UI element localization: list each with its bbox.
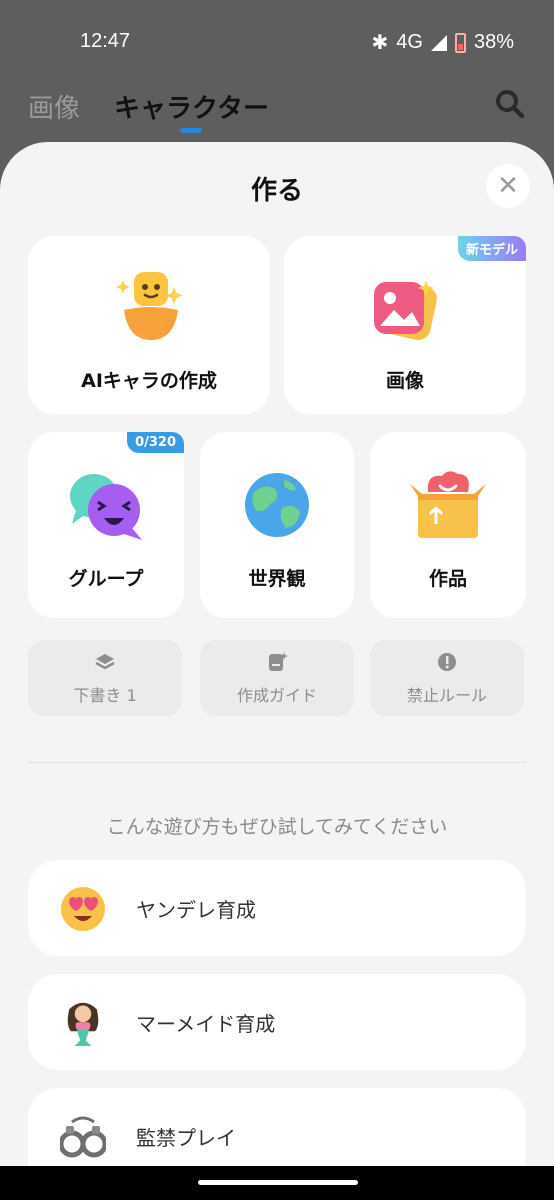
new-model-badge: 新モデル [457,236,526,261]
prohibited-rules-label: 禁止ルール [406,686,487,705]
group-chat-icon [70,474,142,540]
smiley-sparkle-icon [115,272,183,340]
create-sheet: 作る ✕ AIキャラの作成 新モデル 画像 0/320 グループ 世界観 作品 … [0,142,554,1200]
create-world-card[interactable]: 世界観 [200,432,354,618]
create-ai-character-card[interactable]: AIキャラの作成 [28,236,270,414]
layers-icon [28,652,182,676]
tab-indicator [180,128,202,133]
suggestion-mermaid[interactable]: マーメイド育成 [28,974,526,1070]
create-works-card[interactable]: 作品 [370,432,526,618]
prohibited-rules-button[interactable]: 禁止ルール [370,640,524,716]
create-ai-character-label: AIキャラの作成 [81,370,217,392]
mermaid-icon [67,1002,99,1046]
system-nav-bar [0,1166,554,1200]
create-image-label: 画像 [385,370,424,392]
sheet-title: 作る [250,176,303,206]
create-group-label: グループ [68,568,144,590]
drafts-label: 下書き 1 [73,686,137,705]
tab-character[interactable]: キャラクター [114,88,269,125]
creation-guide-button[interactable]: 作成ガイド [200,640,354,716]
create-group-card[interactable]: 0/320 グループ [28,432,184,618]
handcuffs-icon [60,1116,106,1158]
suggestion-label: 監禁プレイ [136,1126,236,1150]
heart-eyes-icon [61,887,105,931]
guide-icon [200,652,354,676]
box-icon [410,471,486,538]
image-icon [374,280,437,340]
create-world-label: 世界観 [248,568,306,590]
globe-icon [245,473,309,537]
status-icons: ✱ 4G 38% [372,30,514,55]
suggestion-label: マーメイド育成 [136,1012,276,1036]
section-divider [28,762,526,763]
status-time: 12:47 [80,30,131,52]
status-bar: 12:47 ✱ 4G 38% [0,0,554,84]
suggestion-label: ヤンデレ育成 [136,898,256,922]
tab-image[interactable]: 画像 [28,88,80,125]
suggestions-heading: こんな遊び方もぜひ試してみてください [106,816,448,838]
close-icon: ✕ [497,171,519,201]
suggestion-yandere[interactable]: ヤンデレ育成 [28,860,526,956]
group-count-badge: 0/320 [127,432,184,453]
home-indicator[interactable] [198,1180,358,1185]
network-label: 4G [396,31,423,53]
top-tabs: 画像 キャラクター [28,86,269,126]
signal-icon [430,34,447,51]
creation-guide-label: 作成ガイド [236,686,317,705]
drafts-button[interactable]: 下書き 1 [28,640,182,716]
create-image-card[interactable]: 新モデル 画像 [284,236,526,414]
battery-icon [454,32,466,53]
bluetooth-icon: ✱ [371,32,389,54]
warning-icon [370,652,524,676]
battery-percent: 38% [473,31,514,53]
search-icon[interactable] [494,88,526,120]
create-works-label: 作品 [428,568,467,590]
close-button[interactable]: ✕ [486,164,530,208]
